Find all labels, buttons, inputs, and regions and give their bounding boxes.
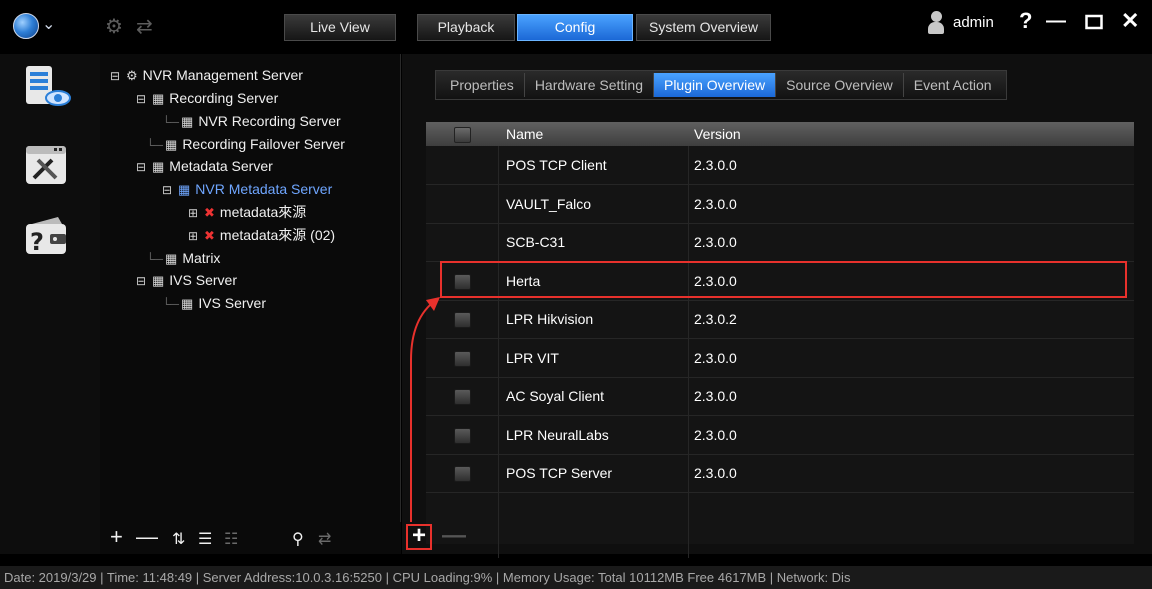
annotation-arrow <box>410 297 440 522</box>
status-bar: Date: 2019/3/29 | Time: 11:48:49 | Serve… <box>0 566 1152 589</box>
